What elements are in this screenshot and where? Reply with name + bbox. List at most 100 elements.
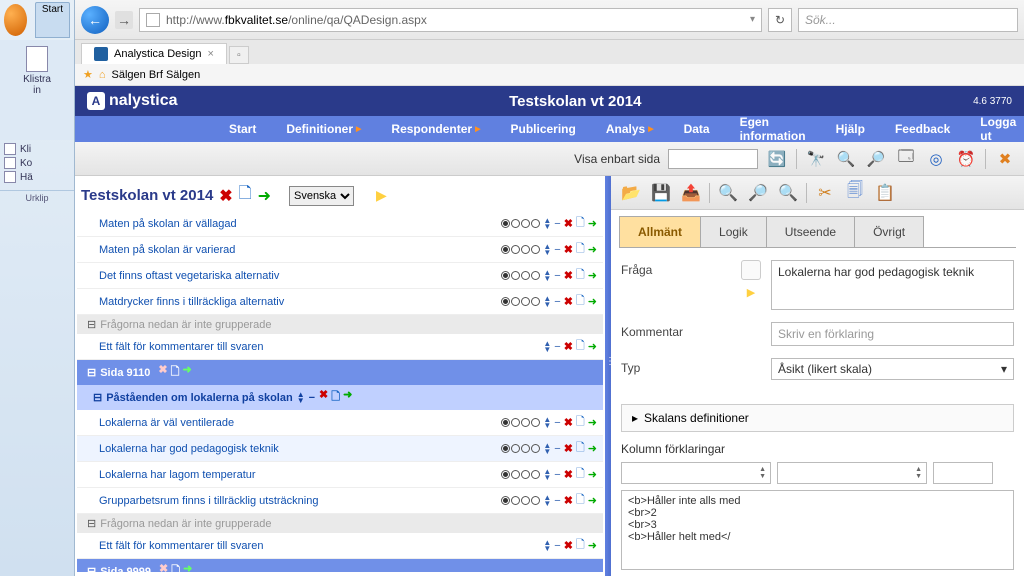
delete-icon[interactable]: ✖: [564, 494, 573, 507]
move-arrows[interactable]: ▲▼: [543, 417, 551, 429]
document-icon[interactable]: 🗋: [576, 337, 585, 356]
menu-publicering[interactable]: Publicering: [496, 118, 589, 140]
find-icon[interactable]: 🔍: [716, 181, 740, 205]
document-icon[interactable]: 🗋: [171, 363, 180, 382]
zoom-out-icon[interactable]: 🔎: [865, 148, 887, 170]
menu-feedback[interactable]: Feedback: [881, 118, 964, 140]
delete-icon[interactable]: ✖: [564, 539, 573, 552]
collapse-box-icon[interactable]: ⊟: [93, 391, 102, 404]
arrow-right-icon[interactable]: ➜: [588, 295, 597, 308]
arrow-right-icon[interactable]: ➜: [588, 217, 597, 230]
arrow-right-icon[interactable]: ➜: [588, 340, 597, 353]
office-tab-start[interactable]: Start: [35, 2, 70, 38]
question-row[interactable]: Lokalerna är väl ventilerade ▲▼ − ✖🗋➜: [77, 410, 603, 436]
office-cut[interactable]: Kli: [4, 142, 70, 156]
spinner-icon[interactable]: ▲▼: [915, 466, 922, 480]
document-icon[interactable]: 🗋: [576, 292, 585, 311]
collapse-icon[interactable]: −: [554, 218, 560, 230]
url-dropdown-icon[interactable]: ▾: [750, 14, 755, 25]
delete-icon[interactable]: ✖: [564, 243, 573, 256]
move-arrows[interactable]: ▲▼: [543, 495, 551, 507]
page-header[interactable]: ⊟Sida 9999✖🗋➜: [77, 559, 603, 572]
arrow-right-icon[interactable]: ➜: [588, 416, 597, 429]
play-small-icon[interactable]: ▶: [747, 286, 755, 299]
collapse-box-icon[interactable]: ⊟: [87, 318, 96, 331]
cut-icon[interactable]: ✂: [813, 181, 837, 205]
kolumn-box-2[interactable]: ▲▼: [777, 462, 927, 484]
play-icon[interactable]: ▶: [376, 187, 387, 204]
arrow-right-icon[interactable]: ➜: [343, 388, 352, 407]
move-arrows[interactable]: ▲▼: [543, 270, 551, 282]
office-copy[interactable]: Ko: [4, 156, 70, 170]
arrow-right-icon[interactable]: ➜: [588, 243, 597, 256]
group-header[interactable]: ⊟Frågorna nedan är inte grupperade: [77, 315, 603, 334]
paste-icon[interactable]: 📋: [873, 181, 897, 205]
arrow-right-icon[interactable]: ➜: [588, 539, 597, 552]
copy-icon[interactable]: 🗐: [843, 181, 867, 205]
collapse-icon[interactable]: −: [309, 392, 315, 404]
collapse-box-icon[interactable]: ⊟: [87, 366, 96, 379]
collapse-box-icon[interactable]: ⊟: [87, 565, 96, 572]
move-arrows[interactable]: ▲▼: [543, 540, 551, 552]
export-icon[interactable]: 📤: [679, 181, 703, 205]
window-icon[interactable]: 🗔: [895, 148, 917, 170]
delete-icon[interactable]: ✖: [158, 363, 167, 382]
move-arrows[interactable]: ▲▼: [543, 469, 551, 481]
browser-search[interactable]: Sök...: [798, 8, 1018, 32]
question-row[interactable]: Det finns oftast vegetariska alternativ …: [77, 263, 603, 289]
menu-data[interactable]: Data: [670, 118, 724, 140]
paste-button[interactable]: Klistra in: [4, 44, 70, 98]
arrow-right-icon[interactable]: ➜: [588, 468, 597, 481]
question-row[interactable]: Matdrycker finns i tillräckliga alternat…: [77, 289, 603, 315]
arrow-right-icon[interactable]: ➜: [182, 363, 191, 382]
delete-icon[interactable]: ✖: [564, 442, 573, 455]
arrow-right-icon[interactable]: ➜: [588, 442, 597, 455]
zoom-in-icon[interactable]: 🔍: [835, 148, 857, 170]
fraga-toggle[interactable]: [741, 260, 761, 280]
document-icon[interactable]: 🗋: [576, 439, 585, 458]
document-icon[interactable]: 🗋: [576, 240, 585, 259]
collapse-icon[interactable]: −: [554, 417, 560, 429]
find-special-icon[interactable]: 🔍: [776, 181, 800, 205]
accordion-skalans[interactable]: ▸ Skalans definitioner: [621, 404, 1014, 432]
arrow-right-icon[interactable]: ➜: [258, 186, 271, 206]
delete-icon[interactable]: ✖: [564, 269, 573, 282]
open-icon[interactable]: 📂: [619, 181, 643, 205]
group-header[interactable]: ⊟Frågorna nedan är inte grupperade: [77, 514, 603, 533]
arrow-right-icon[interactable]: ➜: [183, 562, 192, 572]
collapse-icon[interactable]: −: [554, 341, 560, 353]
favorites-star-icon[interactable]: ★: [83, 68, 93, 81]
arrow-right-icon[interactable]: ➜: [588, 494, 597, 507]
binoculars-icon[interactable]: 🔭: [805, 148, 827, 170]
collapse-box-icon[interactable]: ⊟: [87, 517, 96, 530]
find-next-icon[interactable]: 🔎: [746, 181, 770, 205]
delete-icon[interactable]: ✖: [564, 468, 573, 481]
document-icon[interactable]: 🗋: [331, 388, 340, 407]
refresh-button[interactable]: ↻: [768, 8, 792, 32]
menu-respondenter[interactable]: Respondenter▶: [377, 118, 494, 140]
section-header[interactable]: ⊟Påståenden om lokalerna på skolan▲▼ − ✖…: [77, 385, 603, 410]
tab-logik[interactable]: Logik: [700, 216, 767, 247]
document-icon[interactable]: 🗋: [576, 214, 585, 233]
spinner-icon[interactable]: ▲▼: [759, 466, 766, 480]
document-icon[interactable]: 🗋: [576, 491, 585, 510]
collapse-icon[interactable]: −: [554, 443, 560, 455]
scale-text-area[interactable]: <b>Håller inte alls med <br>2 <br>3 <b>H…: [621, 490, 1014, 570]
tab-övrigt[interactable]: Övrigt: [854, 216, 924, 247]
office-format[interactable]: Hä: [4, 170, 70, 184]
document-icon[interactable]: 🗋: [576, 465, 585, 484]
document-icon[interactable]: 🗋: [239, 182, 252, 209]
menu-hjälp[interactable]: Hjälp: [822, 118, 879, 140]
tab-close-icon[interactable]: ×: [207, 48, 213, 60]
delete-icon[interactable]: ✖: [564, 340, 573, 353]
question-row[interactable]: Maten på skolan är vällagad ▲▼ − ✖🗋➜: [77, 211, 603, 237]
delete-icon[interactable]: ✖: [159, 562, 168, 572]
document-icon[interactable]: 🗋: [576, 536, 585, 555]
tab-allmänt[interactable]: Allmänt: [619, 216, 701, 247]
collapse-icon[interactable]: −: [554, 540, 560, 552]
delete-icon[interactable]: ✖: [319, 388, 328, 407]
tab-utseende[interactable]: Utseende: [766, 216, 855, 247]
new-tab-button[interactable]: ▫: [229, 46, 249, 64]
language-select[interactable]: Svenska: [289, 186, 354, 206]
kolumn-box-3[interactable]: [933, 462, 993, 484]
